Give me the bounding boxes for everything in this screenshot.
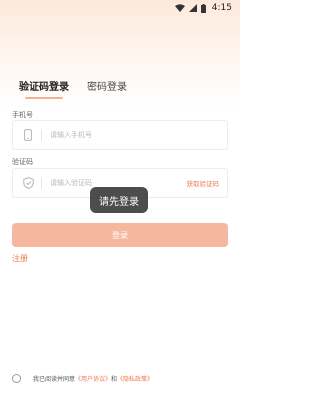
shield-icon — [21, 176, 35, 190]
agreement-row: 我已阅读并同意 《用户协议》 和 《隐私政策》 — [12, 374, 153, 383]
status-time: 4:15 — [211, 3, 232, 13]
register-link[interactable]: 注册 — [12, 253, 28, 264]
phone-input[interactable] — [50, 131, 227, 139]
code-field-divider — [41, 177, 42, 189]
privacy-policy-link[interactable]: 《隐私政策》 — [117, 374, 153, 383]
tab-password-login[interactable]: 密码登录 — [87, 78, 127, 93]
agreement-prefix: 我已阅读并同意 — [33, 376, 76, 383]
phone-label: 手机号 — [12, 111, 33, 119]
get-code-button[interactable]: 获取验证码 — [187, 178, 228, 188]
tab-sms-login-label: 验证码登录 — [19, 82, 69, 93]
toast-message: 请先登录 — [90, 187, 148, 213]
tab-sms-login[interactable]: 验证码登录 — [19, 78, 69, 99]
phone-icon — [21, 128, 35, 142]
status-bar: 4:15 — [0, 0, 240, 16]
phone-field-divider — [41, 129, 42, 141]
code-input[interactable] — [50, 179, 187, 187]
battery-icon — [200, 3, 206, 13]
login-button[interactable]: 登录 — [12, 223, 228, 247]
tab-active-indicator — [25, 97, 63, 99]
agree-checkbox[interactable] — [12, 374, 21, 383]
signal-icon — [188, 4, 197, 12]
phone-field[interactable] — [12, 120, 228, 150]
login-tabs: 验证码登录 密码登录 — [19, 78, 127, 99]
user-agreement-link[interactable]: 《用户协议》 — [75, 374, 111, 383]
tab-password-login-label: 密码登录 — [87, 82, 127, 93]
code-label: 验证码 — [12, 158, 33, 166]
wifi-icon — [174, 4, 185, 12]
header-background — [0, 0, 240, 110]
